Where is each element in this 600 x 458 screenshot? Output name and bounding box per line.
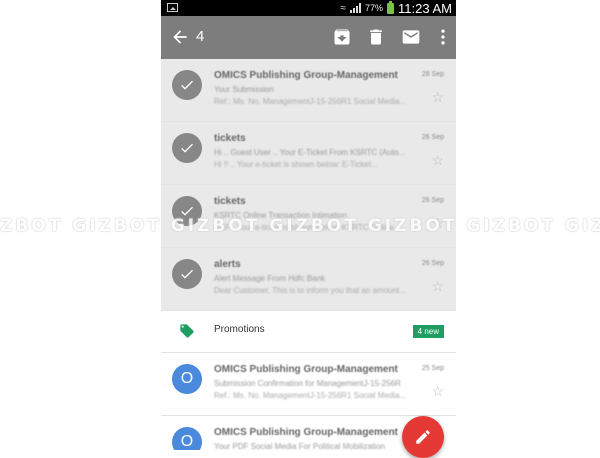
mail-icon[interactable]: [401, 27, 421, 47]
email-date: 26 Sep: [421, 260, 444, 267]
checkmark-icon[interactable]: [172, 133, 202, 163]
email-snippet: Ref.: Ms. No. ManagementJ-15-256R1 Socia…: [214, 391, 407, 400]
checkmark-icon[interactable]: [172, 70, 202, 100]
email-subject: Submission Confirmation for ManagementJ-…: [214, 379, 401, 388]
email-sender: tickets: [214, 133, 246, 144]
tag-icon: [180, 324, 194, 338]
star-icon[interactable]: ☆: [431, 152, 444, 169]
email-sender: OMICS Publishing Group-Management: [214, 364, 398, 375]
selected-count: 4: [196, 28, 205, 45]
archive-icon[interactable]: [332, 27, 352, 47]
compose-button[interactable]: [402, 416, 444, 458]
more-vert-icon[interactable]: [433, 27, 453, 47]
new-count-badge: 4 new: [412, 325, 444, 338]
email-subject: Alert Message From Hdfc Bank: [214, 274, 326, 283]
email-sender: OMICS Publishing Group-Management: [214, 70, 398, 81]
trash-icon[interactable]: [366, 27, 386, 47]
email-snippet: Ref.: Ms. No. ManagementJ-15-256R1 Socia…: [214, 97, 407, 106]
email-date: 26 Sep: [421, 197, 444, 204]
email-subject: Your Submission: [214, 85, 274, 94]
promotions-row[interactable]: Promotions 4 new: [161, 311, 456, 353]
email-snippet: Hi !! .. Your e-ticket is shown below: E…: [214, 160, 378, 169]
status-bar-right: ≈ 77% 11:23 AM: [340, 0, 452, 16]
pencil-icon: [416, 430, 430, 444]
battery-percent: 77%: [365, 3, 384, 13]
email-row[interactable]: tickets 26 Sep Hi .. Guest User .. Your …: [161, 122, 456, 185]
email-date: 26 Sep: [421, 134, 444, 141]
battery-icon: [387, 0, 395, 14]
action-bar: 4: [161, 16, 456, 59]
sender-avatar[interactable]: O: [172, 364, 202, 394]
email-row[interactable]: alerts 26 Sep Alert Message From Hdfc Ba…: [161, 248, 456, 311]
email-subject: Hi .. Guest User .. Your E-Ticket From K…: [214, 148, 406, 157]
checkmark-icon[interactable]: [172, 259, 202, 289]
watermark: ZBOT GIZBOT GIZBOT GIZBOT GIZBOT GIZBOT …: [0, 216, 600, 236]
email-list: OMICS Publishing Group-Management 28 Sep…: [161, 59, 456, 450]
email-row[interactable]: OMICS Publishing Group-Management 28 Sep…: [161, 59, 456, 122]
image-notification-icon: [167, 3, 178, 12]
star-icon[interactable]: ☆: [431, 89, 444, 106]
star-icon[interactable]: ☆: [431, 383, 444, 400]
sender-avatar[interactable]: O: [172, 427, 202, 450]
email-row[interactable]: O OMICS Publishing Group-Management 25 S…: [161, 353, 456, 416]
email-sender: tickets: [214, 196, 246, 207]
email-sender: alerts: [214, 259, 241, 270]
promotions-label: Promotions: [214, 324, 265, 335]
email-sender: OMICS Publishing Group-Management: [214, 427, 398, 438]
email-subject: Your PDF Social Media For Political Mobi…: [214, 442, 385, 450]
email-date: 25 Sep: [421, 365, 444, 372]
email-snippet: Dear Customer, This is to inform you tha…: [214, 286, 406, 295]
status-bar: ≈ 77% 11:23 AM: [161, 0, 456, 16]
clock: 11:23 AM: [398, 0, 452, 16]
wifi-icon: ≈: [340, 2, 347, 14]
star-icon[interactable]: ☆: [431, 278, 444, 295]
signal-icon: [350, 3, 362, 13]
email-date: 28 Sep: [421, 71, 444, 78]
back-arrow-icon[interactable]: [170, 27, 190, 47]
